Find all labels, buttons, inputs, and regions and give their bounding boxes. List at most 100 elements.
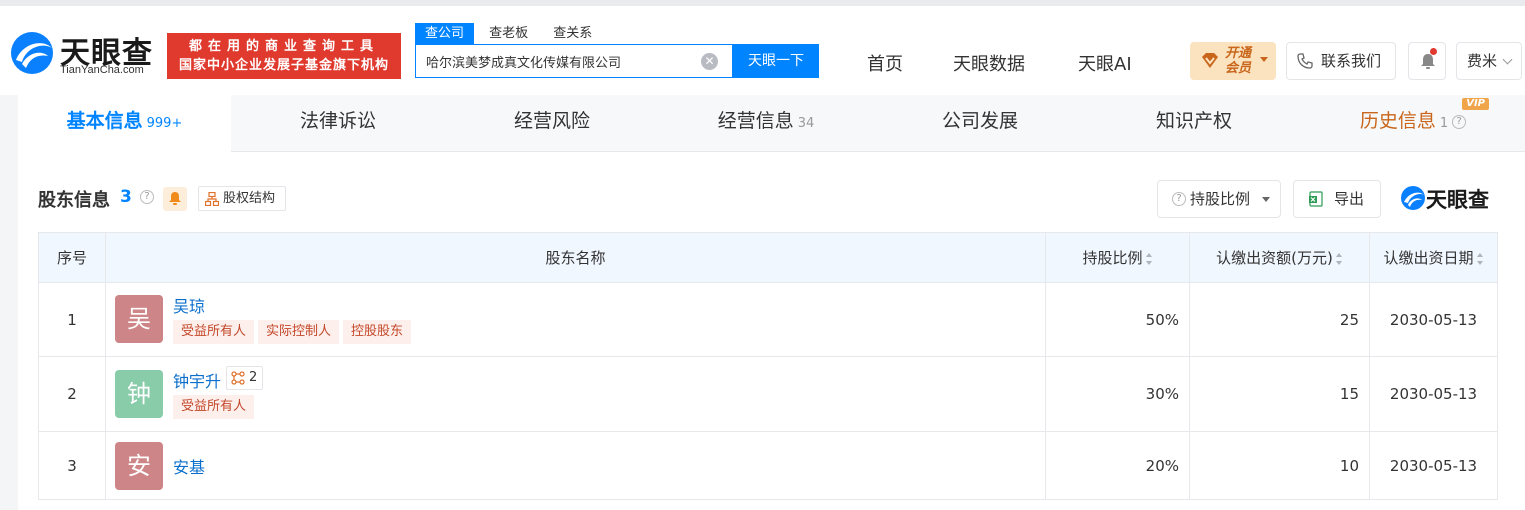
shareholder-table: 序号 股东名称 持股比例 认缴出资额(万元) 认缴出资日期 1 吴 吴琼 受益所… bbox=[38, 232, 1498, 500]
holder-name-link[interactable]: 安基 bbox=[173, 454, 205, 478]
caret-down-icon bbox=[1260, 57, 1268, 62]
tab-count: 999+ bbox=[146, 116, 183, 131]
relation-count: 2 bbox=[249, 370, 258, 385]
holding-ratio: 20% bbox=[1045, 431, 1190, 500]
slogan-line-2: 国家中小企业发展子基金旗下机构 bbox=[178, 58, 389, 73]
sort-icon bbox=[1476, 252, 1484, 265]
contact-us-button[interactable]: 联系我们 bbox=[1286, 42, 1396, 80]
column-header-ratio[interactable]: 持股比例 bbox=[1045, 232, 1190, 283]
tab-legal[interactable]: 法律诉讼 bbox=[231, 95, 445, 152]
search-input[interactable] bbox=[426, 45, 696, 77]
sort-icon bbox=[1145, 252, 1153, 265]
vip-badge: VIP bbox=[1462, 98, 1489, 110]
tab-label: 经营风险 bbox=[513, 110, 590, 132]
tab-label: 基本信息 bbox=[66, 110, 143, 132]
search-button[interactable]: 天眼一下 bbox=[733, 44, 819, 78]
search-tab-company[interactable]: 查公司 bbox=[415, 23, 475, 45]
tab-label: 知识产权 bbox=[1155, 110, 1232, 132]
tab-basic-info[interactable]: 基本信息 999+ bbox=[18, 95, 231, 152]
question-icon[interactable]: ? bbox=[140, 190, 154, 204]
tianyancha-logo-icon bbox=[11, 32, 53, 74]
search-tabs: 查公司 查老板 查关系 bbox=[415, 22, 602, 45]
tag-controlling-shareholder: 控股股东 bbox=[343, 320, 412, 344]
subscribed-date: 2030-05-13 bbox=[1369, 431, 1498, 500]
holder-name-link[interactable]: 钟宇升 bbox=[173, 368, 221, 392]
nav-tianyan-data[interactable]: 天眼数据 bbox=[953, 50, 1025, 76]
contact-us-label: 联系我们 bbox=[1321, 52, 1382, 70]
table-row: 3 安 安基 20% 10 2030-05-13 bbox=[38, 431, 1498, 500]
table-row: 2 钟 钟宇升 2 受益所有人 30% 15 2030-05-13 bbox=[38, 356, 1498, 432]
row-index: 1 bbox=[38, 282, 106, 357]
avatar[interactable]: 钟 bbox=[115, 370, 163, 418]
relation-count-button[interactable]: 2 bbox=[226, 366, 264, 390]
subscribed-amount: 25 bbox=[1189, 282, 1370, 357]
row-index: 2 bbox=[38, 356, 106, 432]
holder-name-link[interactable]: 吴琼 bbox=[173, 293, 205, 317]
column-header-index: 序号 bbox=[38, 232, 106, 283]
tab-company-development[interactable]: 公司发展 bbox=[873, 95, 1087, 152]
tab-count: 34 bbox=[797, 116, 815, 131]
info-tabs: 基本信息 999+ 法律诉讼 经营风险 经营信息 34 公司发展 知识产权 历史信息… bbox=[18, 95, 1525, 152]
tag-list: 受益所有人 bbox=[173, 395, 258, 419]
brand-text: 天眼查 bbox=[1426, 188, 1489, 212]
tab-history[interactable]: 历史信息 1? VIP bbox=[1301, 95, 1525, 152]
avatar[interactable]: 安 bbox=[115, 442, 163, 490]
section-count: 3 bbox=[120, 187, 132, 207]
caret-down-icon bbox=[1262, 197, 1270, 202]
tab-intellectual-property[interactable]: 知识产权 bbox=[1087, 95, 1301, 152]
notification-button[interactable] bbox=[1408, 42, 1446, 80]
monitor-alert-button[interactable] bbox=[163, 187, 187, 211]
user-name: 费米 bbox=[1467, 52, 1498, 70]
phone-icon bbox=[1297, 53, 1313, 69]
nav-home[interactable]: 首页 bbox=[867, 50, 903, 76]
nav-tianyan-ai[interactable]: 天眼AI bbox=[1078, 50, 1132, 76]
tianyancha-logo-icon bbox=[1401, 186, 1425, 210]
tab-label: 历史信息 bbox=[1359, 110, 1436, 132]
vip-text: 开通 会员 bbox=[1225, 46, 1251, 76]
site-logo[interactable]: 天眼查 TianYanCha.com bbox=[8, 28, 158, 80]
slogan-line-1: 都在用的商业查询工具 bbox=[188, 39, 379, 54]
clear-icon[interactable]: ✕ bbox=[701, 53, 718, 70]
column-header-label: 持股比例 bbox=[1082, 249, 1143, 267]
brand-watermark: 天眼查 bbox=[1400, 184, 1500, 214]
equity-structure-icon bbox=[205, 192, 219, 206]
holding-ratio: 30% bbox=[1045, 356, 1190, 432]
export-button[interactable]: 导出 bbox=[1293, 180, 1381, 218]
sort-icon bbox=[1335, 252, 1343, 265]
subscribed-date: 2030-05-13 bbox=[1369, 282, 1498, 357]
tab-business-risk[interactable]: 经营风险 bbox=[445, 95, 659, 152]
question-icon: ? bbox=[1172, 192, 1186, 206]
equity-structure-button[interactable]: 股权结构 bbox=[198, 186, 286, 211]
holding-ratio-filter[interactable]: ? 持股比例 bbox=[1157, 180, 1281, 218]
tag-beneficial-owner: 受益所有人 bbox=[173, 395, 255, 419]
column-header-date[interactable]: 认缴出资日期 bbox=[1369, 232, 1498, 283]
section-title: 股东信息 bbox=[38, 190, 110, 211]
vip-upgrade-button[interactable]: 开通 会员 bbox=[1190, 42, 1276, 80]
chevron-down-icon bbox=[1502, 54, 1513, 65]
tab-label: 经营信息 bbox=[717, 110, 794, 132]
tab-label: 法律诉讼 bbox=[299, 110, 376, 132]
tab-business-info[interactable]: 经营信息 34 bbox=[659, 95, 873, 152]
search-tab-relation[interactable]: 查关系 bbox=[543, 23, 602, 45]
user-menu[interactable]: 费米 bbox=[1456, 42, 1522, 80]
holder-cell: 钟 钟宇升 2 受益所有人 bbox=[105, 356, 1046, 432]
subscribed-date: 2030-05-13 bbox=[1369, 356, 1498, 432]
tag-beneficial-owner: 受益所有人 bbox=[173, 320, 255, 344]
unread-dot bbox=[1430, 48, 1437, 55]
relation-icon bbox=[231, 371, 245, 385]
equity-structure-label: 股权结构 bbox=[223, 191, 276, 206]
search-tab-boss[interactable]: 查老板 bbox=[479, 23, 538, 45]
alert-bell-icon bbox=[169, 192, 181, 205]
logo-subtext: TianYanCha.com bbox=[60, 64, 144, 76]
vip-text-line-2: 会员 bbox=[1225, 61, 1252, 76]
question-icon[interactable]: ? bbox=[1452, 114, 1467, 129]
slogan-banner[interactable]: 都在用的商业查询工具 国家中小企业发展子基金旗下机构 bbox=[167, 33, 401, 79]
holder-cell: 安 安基 bbox=[105, 431, 1046, 500]
column-header-amount[interactable]: 认缴出资额(万元) bbox=[1189, 232, 1370, 283]
avatar[interactable]: 吴 bbox=[115, 295, 163, 343]
holding-ratio-label: 持股比例 bbox=[1190, 190, 1251, 208]
vip-text-line-1: 开通 bbox=[1225, 46, 1252, 61]
tab-count: 1 bbox=[1439, 116, 1449, 131]
top-header: 天眼查 TianYanCha.com 都在用的商业查询工具 国家中小企业发展子基… bbox=[0, 0, 1525, 95]
holder-cell: 吴 吴琼 受益所有人 实际控制人 控股股东 bbox=[105, 282, 1046, 357]
